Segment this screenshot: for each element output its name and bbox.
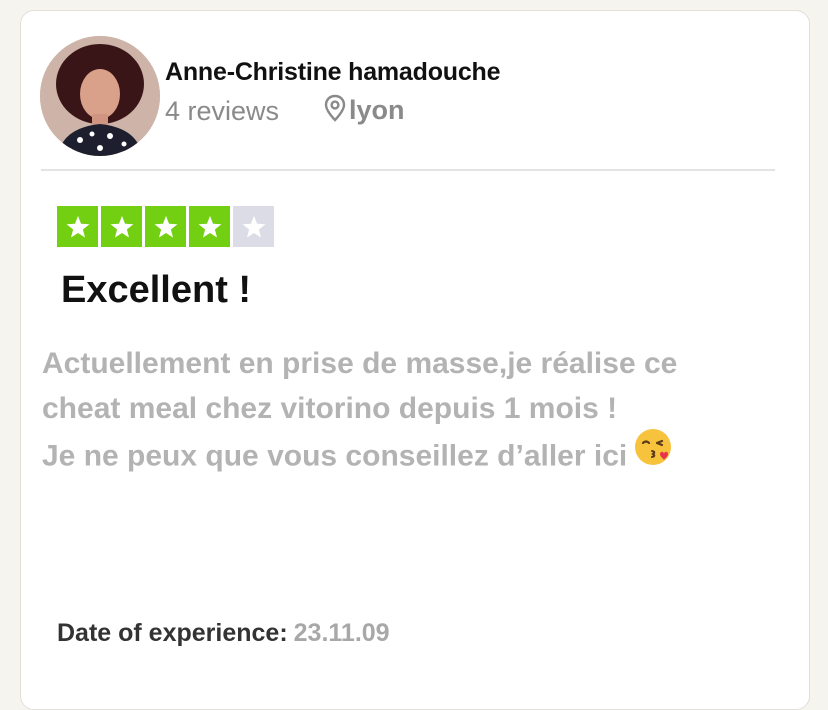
review-body-line: cheat meal chez vitorino depuis 1 mois ! [42,392,618,425]
review-title: Excellent ! [61,269,252,311]
review-card: Anne-Christine hamadouche 4 reviews lyon… [20,10,810,710]
divider [41,169,775,171]
star-icon [145,206,186,247]
star-icon [101,206,142,247]
avatar-photo [40,36,160,156]
reviewer-location: lyon [323,94,405,127]
date-of-experience: Date of experience: 23.11.09 [57,619,390,648]
star-rating [57,206,274,247]
avatar[interactable] [40,36,160,156]
review-body-line-last: Je ne peux que vous conseillez d’aller i… [42,429,812,484]
reviewer-name[interactable]: Anne-Christine hamadouche [165,58,501,87]
review-body-line: Je ne peux que vous conseillez d’aller i… [42,439,628,473]
location-label: lyon [349,95,405,125]
review-body: Actuellement en prise de masse,je réalis… [42,341,812,484]
star-icon [233,206,274,247]
star-icon [57,206,98,247]
date-of-experience-value: 23.11.09 [293,619,390,647]
kissing-face-emoji-icon [633,427,673,480]
star-icon [189,206,230,247]
review-count: 4 reviews [165,96,280,126]
review-body-line: Actuellement en prise de masse,je réalis… [42,347,678,380]
map-pin-icon [323,94,347,127]
date-of-experience-label: Date of experience: [57,619,288,647]
